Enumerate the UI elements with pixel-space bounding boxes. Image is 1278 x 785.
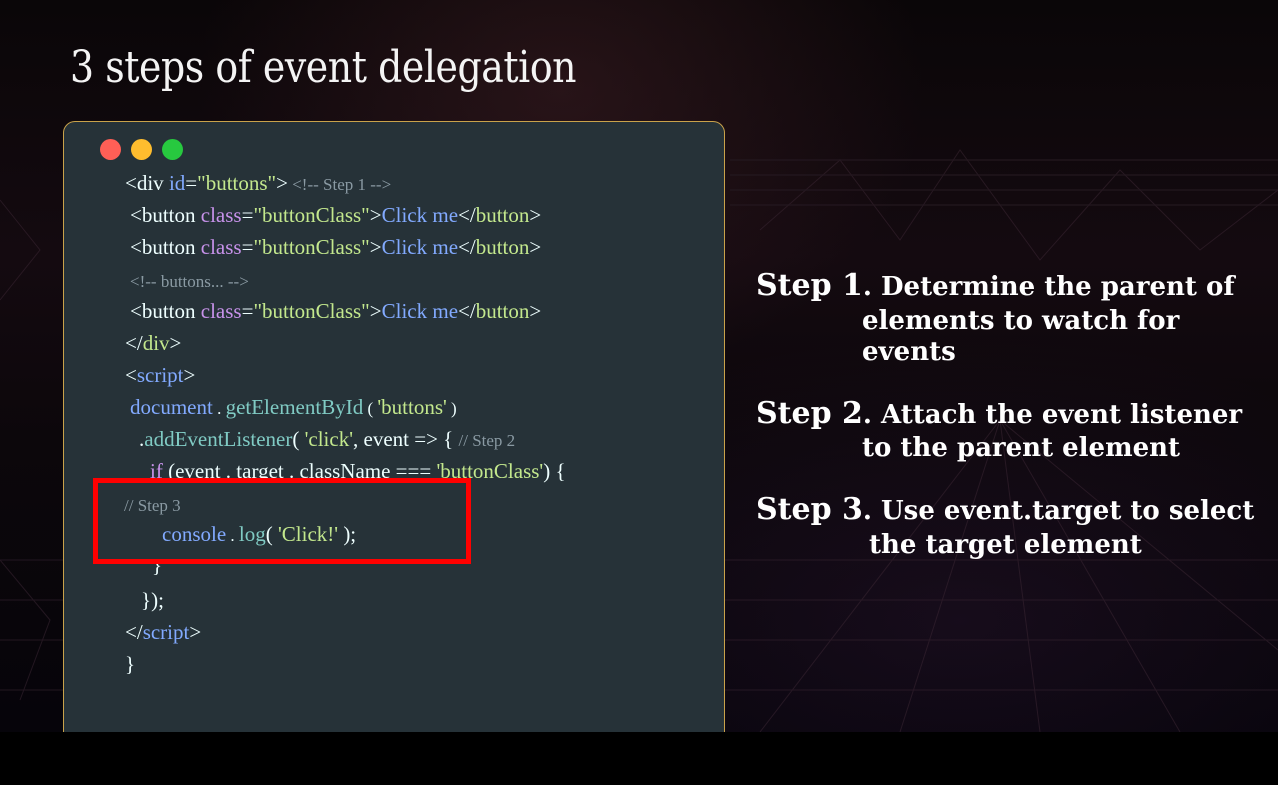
slide-background: 3 steps of event delegation <div id="but… [0,0,1278,732]
code-line-button-1: <button class="buttonClass">Click me</bu… [130,203,542,227]
code-line-button-2: <button class="buttonClass">Click me</bu… [130,235,542,259]
code-line-final-brace: } [125,652,136,676]
minimize-dot-icon [131,139,152,160]
step-3-label: Step 3 [756,492,863,527]
code-line-div-close: </div> [125,331,182,355]
code-line-script-close: </script> [125,620,202,644]
step-1-label: Step 1 [756,268,863,303]
letterbox-bar [0,732,1278,785]
step-3-line-1: . Use event.target to select [862,496,1255,526]
code-line-script-open: <script> [125,363,196,387]
step-3: Step 3. Use event.target to select [756,492,1254,527]
step3-highlight-box [93,478,471,564]
code-line-buttons-comment: <!-- buttons... --> [130,272,249,291]
step-1: Step 1. Determine the parent of [756,268,1235,303]
step-2-label: Step 2 [756,396,863,431]
code-line-close-listener: }); [141,588,164,612]
step-2: Step 2. Attach the event listener [756,396,1242,431]
code-line-get-element: document . getElementById ( 'buttons' ) [130,395,457,419]
code-line-div-open: <div id="buttons"> <!-- Step 1 --> [125,171,392,195]
step-1-line-1: . Determine the parent of [862,272,1235,302]
step-2-line-2: to the parent element [862,433,1181,463]
step-3-line-2: the target element [869,530,1142,560]
code-line-add-listener: .addEventListener( 'click', event => { /… [139,427,516,451]
step-2-line-1: . Attach the event listener [862,400,1243,430]
step-1-line-2: elements to watch for [862,306,1180,336]
step-1-line-3: events [862,337,956,367]
code-window: <div id="buttons"> <!-- Step 1 --> <butt… [63,121,725,732]
maximize-dot-icon [162,139,183,160]
close-dot-icon [100,139,121,160]
page-title: 3 steps of event delegation [70,42,577,93]
code-line-button-3: <button class="buttonClass">Click me</bu… [130,299,542,323]
